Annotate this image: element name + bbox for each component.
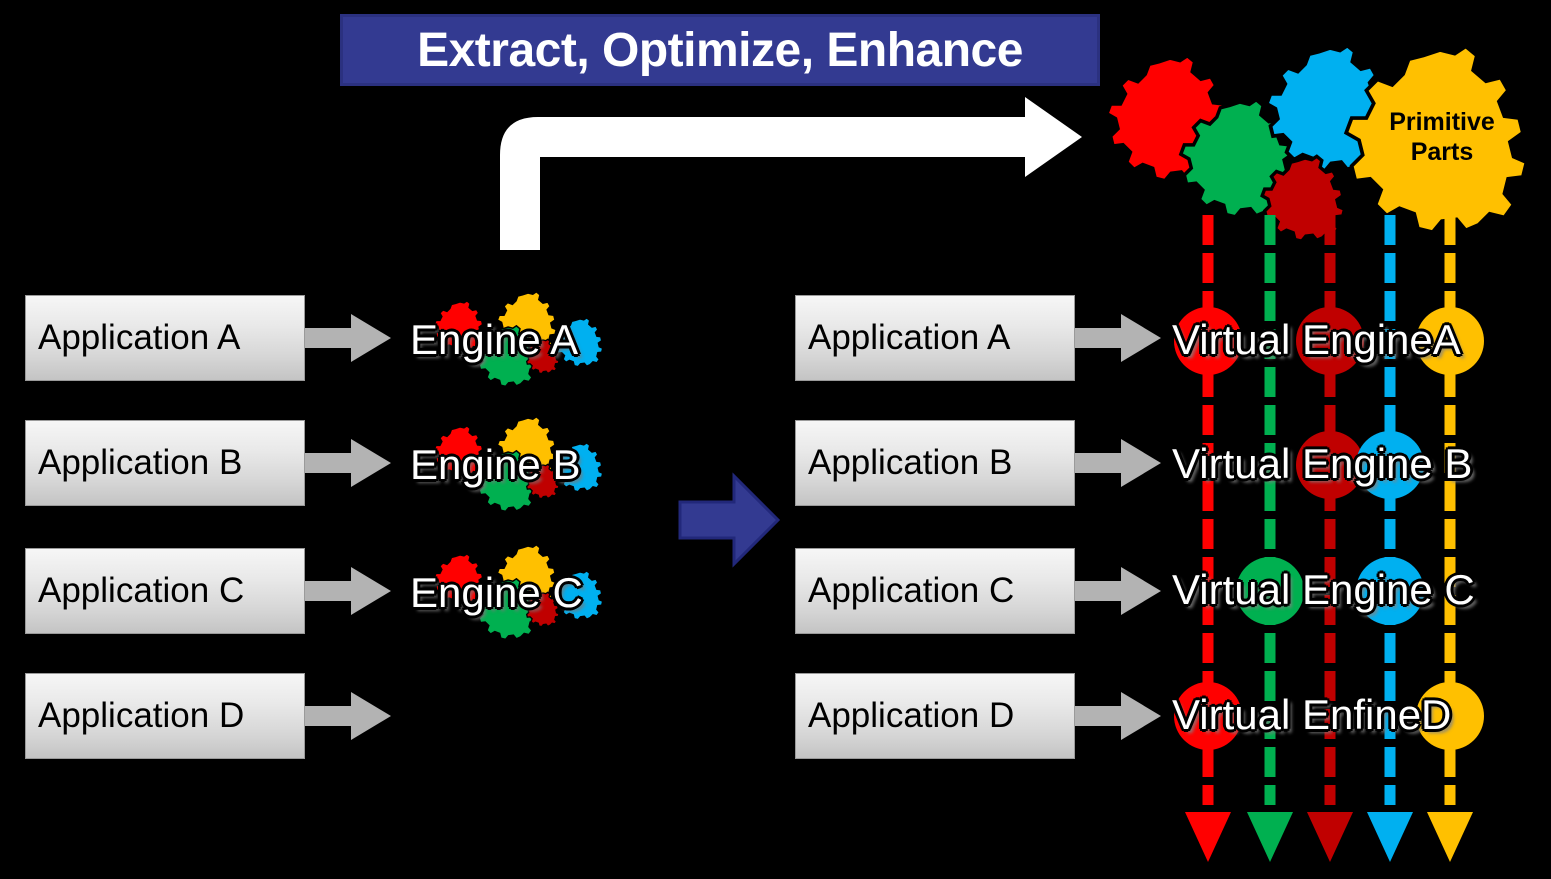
virtual-engine-label-c: Virtual Engine C <box>1172 566 1475 613</box>
virtual-engine-label-d: Virtual EnfineD <box>1172 691 1452 738</box>
virtual-engine-label-b: Virtual Engine B <box>1172 440 1473 487</box>
virtual-engine-label-a: Virtual EngineA <box>1172 316 1461 363</box>
diagram-canvas: Extract, Optimize, Enhance Primitive Par… <box>0 0 1551 879</box>
